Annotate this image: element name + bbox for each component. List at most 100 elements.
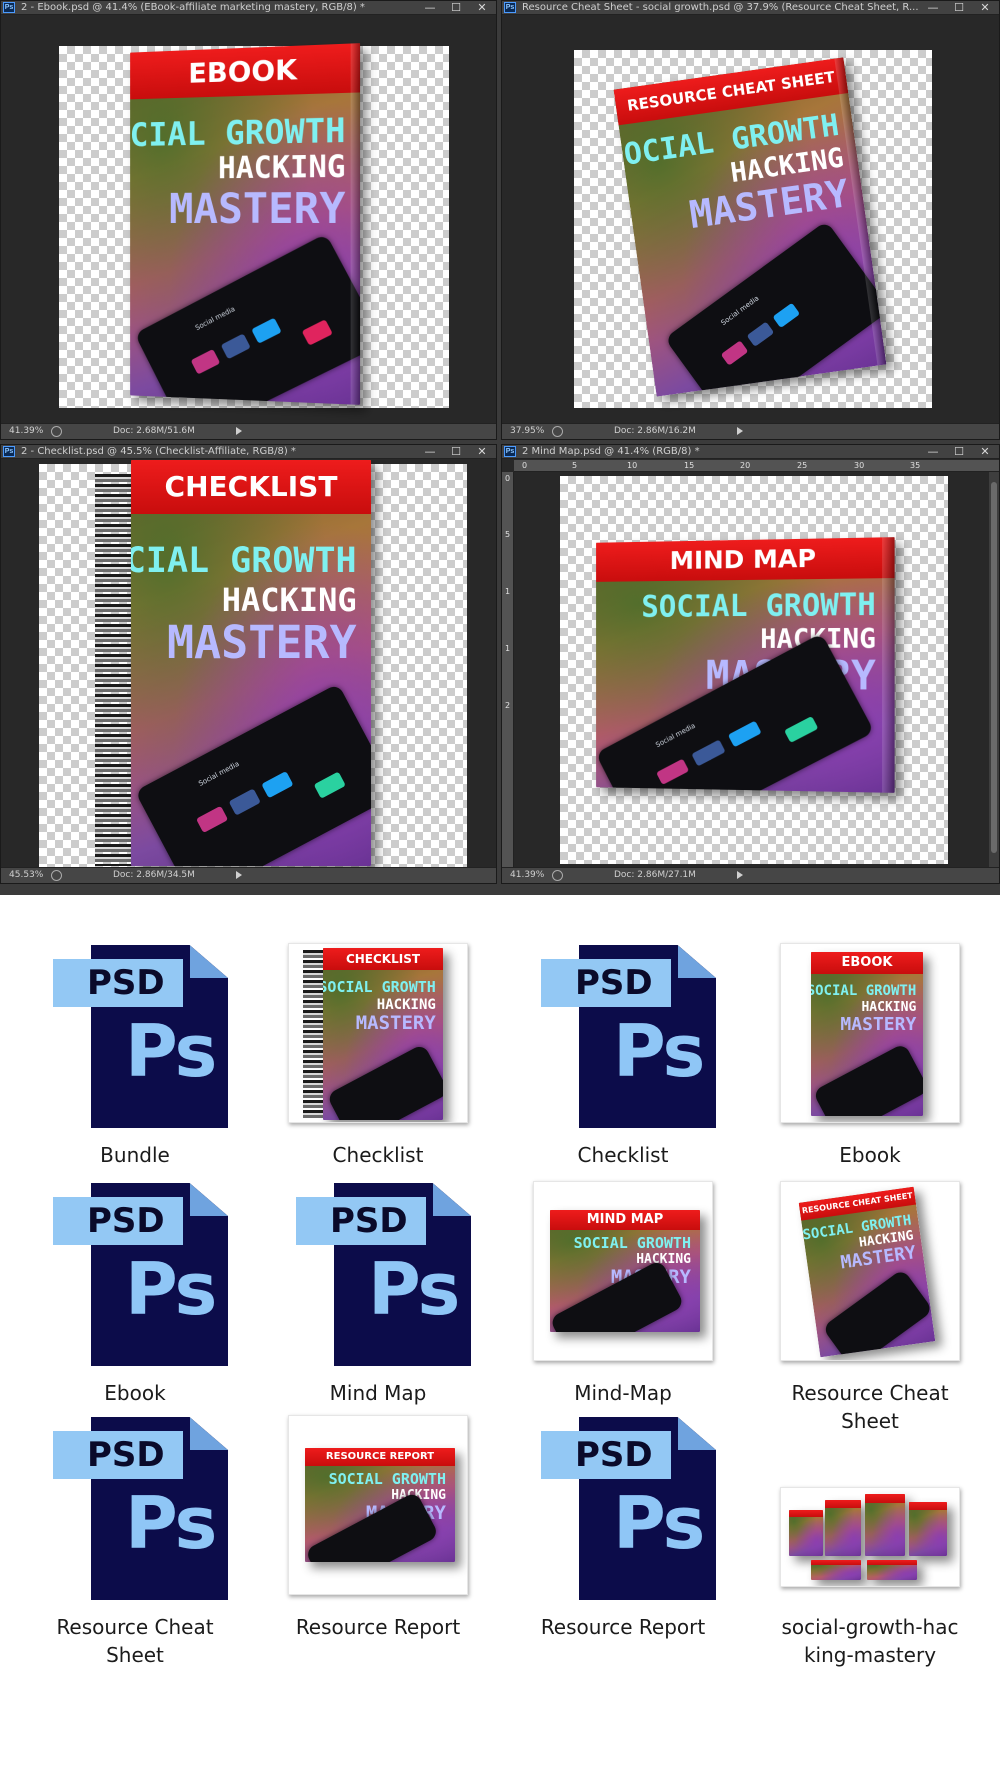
status-icon[interactable] xyxy=(51,426,62,437)
minimize-icon[interactable]: — xyxy=(422,445,438,458)
file-label: Mind-Map xyxy=(574,1381,672,1405)
minimize-icon[interactable]: — xyxy=(925,445,941,458)
window-titlebar[interactable]: Ps 2 Mind Map.psd @ 41.4% (RGB/8) * — ☐ … xyxy=(502,445,999,459)
horizontal-ruler[interactable]: 0 5 10 15 20 25 30 35 xyxy=(514,460,999,472)
window-title: 2 Mind Map.psd @ 41.4% (RGB/8) * xyxy=(522,446,700,457)
photoshop-icon: Ps xyxy=(504,2,516,13)
psd-tag: PSD xyxy=(541,959,671,1007)
window-titlebar[interactable]: Ps 2 - Ebook.psd @ 41.4% (EBook-affiliat… xyxy=(1,1,496,15)
zoom-level[interactable]: 41.39% xyxy=(510,870,544,880)
status-icon[interactable] xyxy=(552,426,563,437)
file-label: social-growth-hacking-mastery xyxy=(781,1615,959,1667)
spiral-binding xyxy=(303,950,325,1118)
app-icon xyxy=(301,319,334,346)
cover-title-line2: HACKING xyxy=(636,1252,691,1267)
maximize-icon[interactable]: ☐ xyxy=(951,1,967,14)
close-icon[interactable]: ✕ xyxy=(474,445,490,458)
cover-band xyxy=(811,1560,861,1565)
checklist-thumbnail: CHECKLIST SOCIAL GROWTH HACKING MASTERY xyxy=(288,943,468,1123)
ps-window-cheat-sheet[interactable]: Ps Resource Cheat Sheet - social growth.… xyxy=(501,0,1000,440)
bundle-item-mini xyxy=(865,1494,905,1556)
minimize-icon[interactable]: — xyxy=(422,1,438,14)
cover-band xyxy=(909,1502,947,1510)
status-icon[interactable] xyxy=(552,870,563,881)
ps-window-mind-map[interactable]: Ps 2 Mind Map.psd @ 41.4% (RGB/8) * — ☐ … xyxy=(501,444,1000,884)
maximize-icon[interactable]: ☐ xyxy=(448,445,464,458)
close-icon[interactable]: ✕ xyxy=(474,1,490,14)
cover-title-line2: HACKING xyxy=(218,149,346,187)
ps-glyph: Ps xyxy=(125,1247,217,1331)
photoshop-workspace: Ps 2 - Ebook.psd @ 41.4% (EBook-affiliat… xyxy=(0,0,1000,895)
cover-title-line1: SOCIAL GROWTH xyxy=(328,1470,446,1488)
maximize-icon[interactable]: ☐ xyxy=(448,1,464,14)
psd-file-icon: PSD Ps xyxy=(53,1417,228,1600)
zoom-level[interactable]: 41.39% xyxy=(9,426,43,436)
status-menu-arrow-icon[interactable] xyxy=(737,427,743,435)
phone-image: Social media xyxy=(134,233,361,405)
ruler-label: 0 xyxy=(522,461,528,470)
cover-title-line1: SOCIAL GROWTH xyxy=(641,587,876,625)
page-fold xyxy=(189,1183,228,1216)
file-label: Ebook xyxy=(839,1143,901,1167)
file-icon: CHECKLIST SOCIAL GROWTH HACKING MASTERY xyxy=(288,943,468,1128)
checklist-cover-mockup: CHECKLIST SOCIAL GROWTH HACKING MASTERY … xyxy=(131,460,371,866)
window-title: 2 - Ebook.psd @ 41.4% (EBook-affiliate m… xyxy=(21,2,365,13)
ruler-label: 5 xyxy=(505,530,511,539)
window-title: Resource Cheat Sheet - social growth.psd… xyxy=(522,2,919,13)
zoom-level[interactable]: 37.95% xyxy=(510,426,544,436)
close-icon[interactable]: ✕ xyxy=(977,1,993,14)
bundle-item-mini xyxy=(909,1502,947,1556)
document-canvas[interactable]: 0 5 10 15 20 25 30 35 0 5 1 1 2 MIND MAP… xyxy=(502,460,999,867)
status-bar: 41.39% Doc: 2.68M/51.6M xyxy=(1,423,496,439)
status-menu-arrow-icon[interactable] xyxy=(737,871,743,879)
document-canvas[interactable]: CHECKLIST SOCIAL GROWTH HACKING MASTERY … xyxy=(1,460,496,867)
file-label: Resource Report xyxy=(540,1615,706,1639)
app-icon xyxy=(784,716,819,744)
psd-file-icon: PSD Ps xyxy=(541,945,716,1128)
twitter-icon xyxy=(772,302,801,329)
ps-window-ebook[interactable]: Ps 2 - Ebook.psd @ 41.4% (EBook-affiliat… xyxy=(0,0,497,440)
vertical-ruler[interactable]: 0 5 1 1 2 xyxy=(502,472,514,867)
facebook-icon xyxy=(228,788,261,816)
status-menu-arrow-icon[interactable] xyxy=(236,871,242,879)
photoshop-icon: Ps xyxy=(504,446,516,457)
close-icon[interactable]: ✕ xyxy=(977,445,993,458)
cover-band xyxy=(789,1510,823,1517)
zoom-level[interactable]: 45.53% xyxy=(9,870,43,880)
minimize-icon[interactable]: — xyxy=(925,1,941,14)
file-label: Bundle xyxy=(100,1143,170,1167)
cheat-sheet-thumbnail: RESOURCE CHEAT SHEET SOCIAL GROWTH HACKI… xyxy=(780,1181,960,1361)
window-titlebar[interactable]: Ps 2 - Checklist.psd @ 45.5% (Checklist-… xyxy=(1,445,496,459)
resource-report-thumbnail: RESOURCE REPORT SOCIAL GROWTH HACKING MA… xyxy=(288,1415,468,1595)
page-fold xyxy=(677,1417,716,1450)
mind-map-thumbnail: MIND MAP SOCIAL GROWTH HACKING MASTERY xyxy=(533,1181,713,1361)
vertical-scrollbar[interactable] xyxy=(989,472,999,867)
window-titlebar[interactable]: Ps Resource Cheat Sheet - social growth.… xyxy=(502,1,999,15)
file-icon: PSD Ps xyxy=(533,943,716,1128)
document-canvas[interactable]: EBOOK SOCIAL GROWTH HACKING MASTERY Soci… xyxy=(1,16,496,423)
ps-window-checklist[interactable]: Ps 2 - Checklist.psd @ 45.5% (Checklist-… xyxy=(0,444,497,884)
file-label: Ebook xyxy=(104,1381,166,1405)
status-icon[interactable] xyxy=(51,870,62,881)
twitter-icon xyxy=(727,720,763,748)
cover-band: EBOOK xyxy=(811,952,923,974)
status-bar: 41.39% Doc: 2.86M/27.1M xyxy=(502,867,999,883)
status-menu-arrow-icon[interactable] xyxy=(236,427,242,435)
ruler-label: 20 xyxy=(740,461,751,470)
twitter-icon xyxy=(261,771,294,799)
scrollbar-thumb[interactable] xyxy=(991,482,997,853)
phone-label: Social media xyxy=(719,294,761,328)
ruler-label: 5 xyxy=(572,461,578,470)
file-icon: PSD Ps xyxy=(288,1181,471,1366)
file-icon: RESOURCE REPORT SOCIAL GROWTH HACKING MA… xyxy=(288,1415,468,1600)
psd-tag: PSD xyxy=(53,959,183,1007)
maximize-icon[interactable]: ☐ xyxy=(951,445,967,458)
cover-title-line2: HACKING xyxy=(221,581,357,619)
ruler-label: 35 xyxy=(910,461,921,470)
ruler-label: 25 xyxy=(797,461,808,470)
file-icon: PSD Ps xyxy=(45,1181,228,1366)
instagram-icon xyxy=(190,349,221,375)
phone-image xyxy=(812,1042,923,1116)
phone-image xyxy=(326,1043,443,1120)
document-canvas[interactable]: RESOURCE CHEAT SHEET SOCIAL GROWTH HACKI… xyxy=(502,16,999,423)
